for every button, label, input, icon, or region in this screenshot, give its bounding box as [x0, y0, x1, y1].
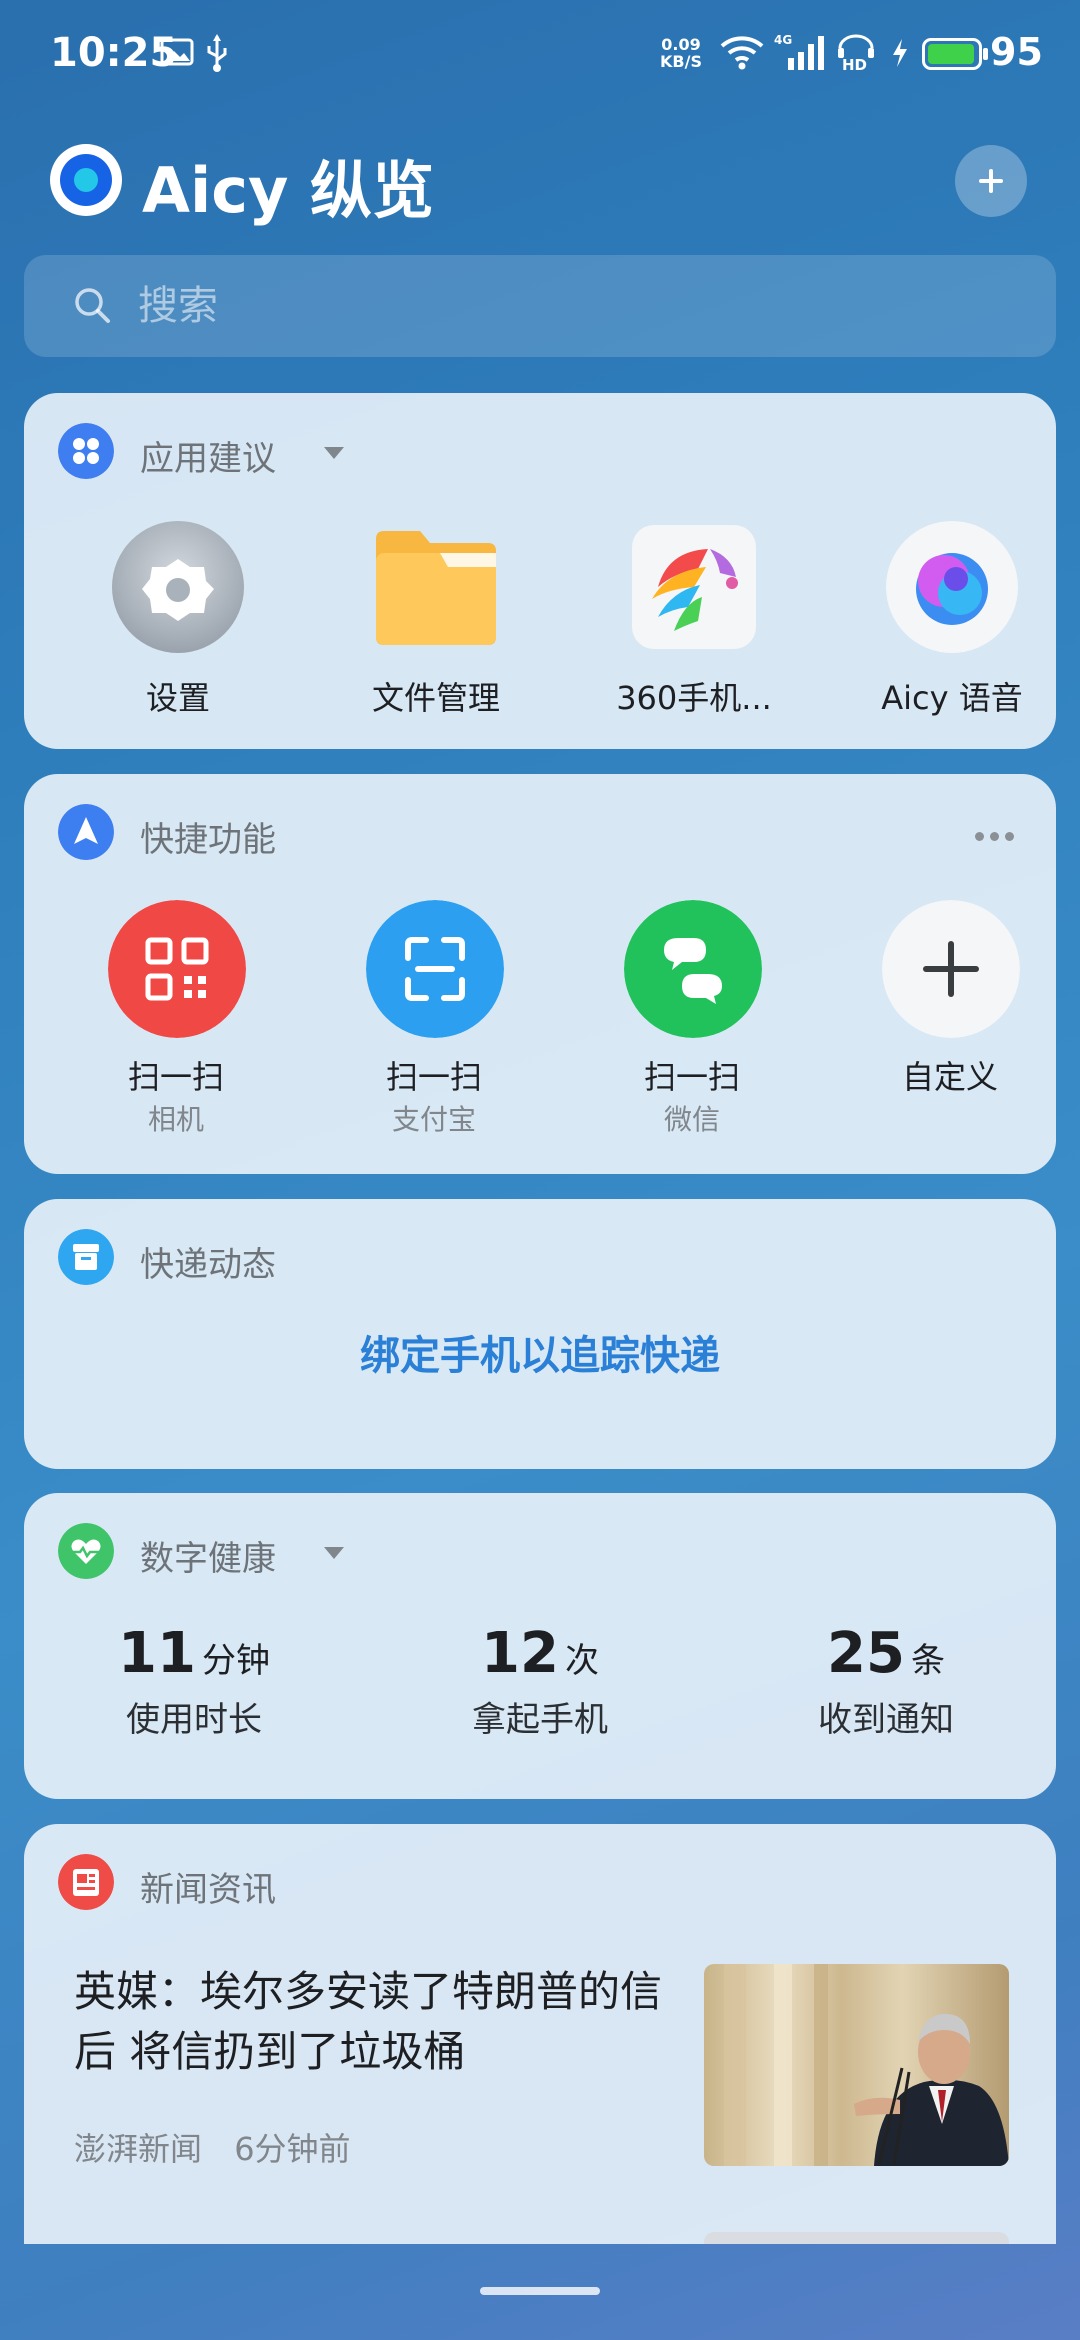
svg-text:HD: HD	[842, 56, 867, 72]
digital-health-card: 数字健康 11 分钟 使用时长 12 次 拿起手机 25 条 收到通知	[24, 1493, 1056, 1799]
newspaper-icon	[58, 1854, 114, 1910]
net-speed: 0.09 KB/S	[660, 35, 702, 71]
status-bar: 10:25 0.09 KB/S 4G HD 95	[0, 0, 1080, 105]
battery-percent: 95	[990, 30, 1043, 74]
card-title: 快递动态	[140, 1245, 276, 1285]
news-meta: 澎湃新闻 6分钟前	[74, 2124, 351, 2170]
package-box-icon	[58, 1229, 114, 1285]
battery-icon	[922, 38, 988, 70]
svg-text:4G: 4G	[774, 33, 792, 47]
chevron-down-icon	[324, 447, 344, 459]
hd-icon: HD	[838, 34, 874, 72]
aicy-voice-icon	[886, 521, 1018, 653]
app-label: 360手机...	[616, 679, 772, 717]
news-card: 新闻资讯 英媒：埃尔多安读了特朗普的信后 将信扔到了垃圾桶 澎湃新闻 6分钟前	[24, 1824, 1056, 2244]
app-label: Aicy 语音	[881, 679, 1023, 717]
settings-icon	[112, 521, 244, 653]
quick-label: 扫一扫	[127, 1058, 224, 1096]
apps-grid-icon	[58, 423, 114, 479]
plus-icon	[882, 900, 1020, 1038]
news-thumbnail[interactable]	[704, 1964, 1009, 2166]
home-indicator[interactable]	[480, 2287, 600, 2295]
quick-label: 扫一扫	[385, 1058, 482, 1096]
image-icon	[160, 38, 194, 66]
folder-icon	[376, 531, 496, 645]
stat-unit: 条	[910, 1641, 945, 1681]
quick-launch-icon	[58, 804, 114, 860]
stat-pickups[interactable]: 12 次 拿起手机	[390, 1621, 690, 1741]
stat-usage-time[interactable]: 11 分钟 使用时长	[44, 1621, 344, 1741]
scan-frame-icon	[366, 900, 504, 1038]
heart-icon	[58, 1523, 114, 1579]
chevron-down-icon	[324, 1547, 344, 1559]
page-title: Aicy 纵览	[142, 154, 434, 227]
stat-value: 12	[481, 1621, 559, 1686]
wifi-icon	[720, 36, 764, 70]
search-bar[interactable]	[24, 255, 1056, 357]
news-headline[interactable]: 英媒：埃尔多安读了特朗普的信后 将信扔到了垃圾桶	[74, 1962, 694, 2082]
quick-label: 扫一扫	[643, 1058, 740, 1096]
bind-phone-link[interactable]: 绑定手机以追踪快递	[24, 1323, 1056, 1381]
news-thumbnail-partial	[704, 2232, 1009, 2244]
app-suggestions-card: 应用建议 设置 文件管理 360手机... Aicy 语音	[24, 393, 1056, 749]
quick-sublabel: 相机	[147, 1103, 204, 1136]
stat-unit: 次	[564, 1641, 599, 1681]
quick-functions-card: 快捷功能 扫一扫 相机 扫一扫 支付宝 扫一扫 微信 自定义	[24, 774, 1056, 1174]
charging-icon	[893, 39, 907, 67]
card-title: 快捷功能	[140, 820, 276, 860]
stat-label: 拿起手机	[472, 1700, 608, 1740]
signal-icon: 4G	[774, 33, 824, 70]
news-photo	[724, 1964, 1009, 2166]
card-title: 新闻资讯	[140, 1870, 276, 1910]
wechat-scan-icon	[624, 900, 762, 1038]
news-time: 6分钟前	[234, 2130, 351, 2168]
status-time: 10:25	[50, 30, 178, 76]
news-item-partial	[74, 2232, 694, 2244]
quick-label: 自定义	[901, 1058, 998, 1096]
quick-sublabel: 微信	[663, 1103, 720, 1136]
search-icon	[75, 288, 110, 323]
stat-label: 收到通知	[818, 1700, 954, 1740]
add-card-button[interactable]	[955, 145, 1027, 217]
stat-label: 使用时长	[126, 1700, 262, 1740]
search-input[interactable]	[138, 277, 1018, 335]
more-options-icon[interactable]	[969, 826, 1014, 845]
usb-icon	[207, 34, 227, 72]
stat-value: 11	[118, 1621, 196, 1686]
stat-notifications[interactable]: 25 条 收到通知	[736, 1621, 1036, 1741]
stat-value: 25	[827, 1621, 905, 1686]
qr-code-icon	[108, 900, 246, 1038]
card-title: 应用建议	[140, 439, 276, 479]
360-app-icon	[632, 525, 756, 649]
stat-unit: 分钟	[201, 1641, 270, 1681]
news-source: 澎湃新闻	[74, 2130, 203, 2168]
express-card: 快递动态 绑定手机以追踪快递	[24, 1199, 1056, 1469]
card-title: 数字健康	[140, 1539, 276, 1579]
aicy-logo-icon	[50, 144, 122, 216]
app-label: 文件管理	[371, 679, 500, 717]
quick-sublabel: 支付宝	[391, 1103, 476, 1136]
app-label: 设置	[145, 679, 210, 717]
